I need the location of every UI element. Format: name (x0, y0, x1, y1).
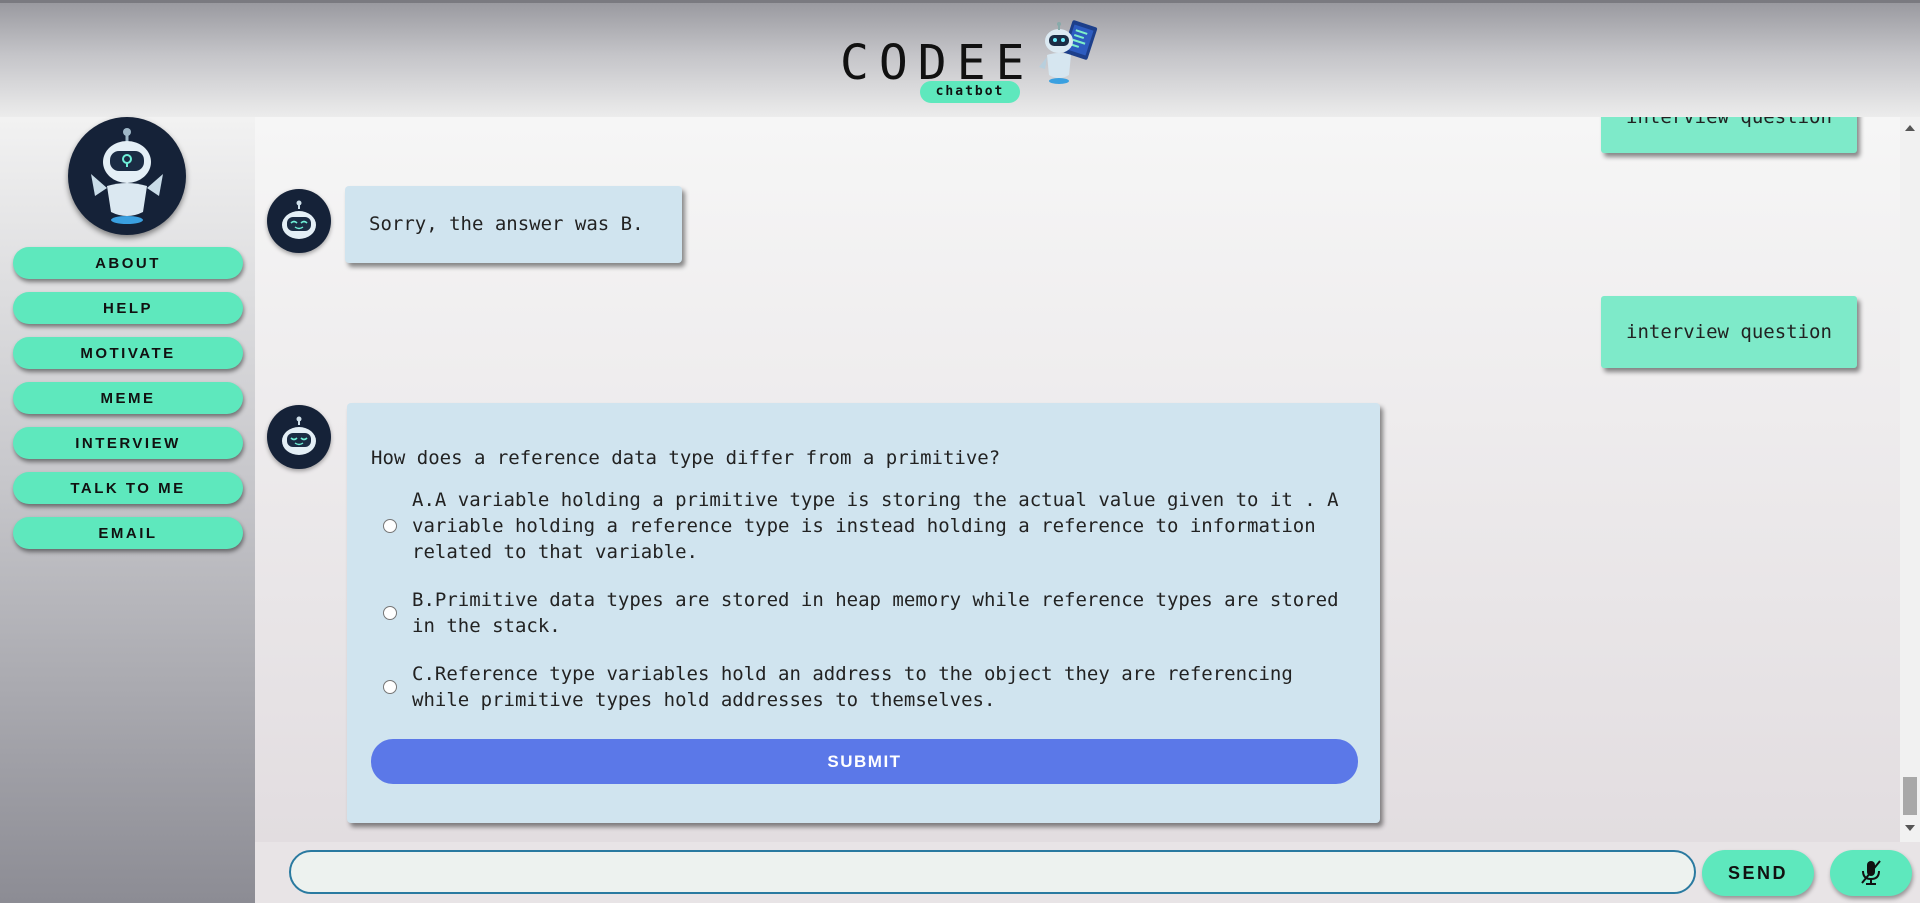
chat-log[interactable]: interview question Sorry, the answer was… (255, 117, 1900, 842)
app-title: CODEE (840, 35, 1035, 91)
bot-avatar (267, 189, 331, 253)
sidebar-item-motivate[interactable]: MOTIVATE (13, 337, 243, 369)
scroll-up-arrow-icon[interactable] (1905, 125, 1915, 131)
quiz-option-text: A.A variable holding a primitive type is… (412, 489, 1339, 563)
scroll-thumb[interactable] (1903, 777, 1917, 815)
sidebar-item-talk-to-me[interactable]: TALK TO ME (13, 472, 243, 504)
send-button[interactable]: SEND (1702, 850, 1814, 896)
header: CODEE chatbot (0, 0, 1920, 117)
quiz-card: How does a reference data type differ fr… (347, 403, 1380, 823)
robot-icon (91, 128, 163, 224)
bot-message: Sorry, the answer was B. (345, 186, 682, 263)
bot-message-text: Sorry, the answer was B. (369, 213, 644, 235)
sidebar-nav: ABOUT HELP MOTIVATE MEME INTERVIEW TALK … (13, 247, 243, 562)
quiz-option-b[interactable]: B.Primitive data types are stored in hea… (371, 587, 1356, 639)
robot-face-icon (282, 200, 316, 239)
message-input[interactable] (289, 850, 1696, 894)
user-message: interview question (1601, 117, 1857, 153)
user-message-text: interview question (1626, 117, 1832, 128)
user-message-text: interview question (1626, 321, 1832, 343)
quiz-option-text: C.Reference type variables hold an addre… (412, 663, 1293, 711)
quiz-option-a[interactable]: A.A variable holding a primitive type is… (371, 487, 1356, 565)
composer: SEND (255, 842, 1920, 903)
scroll-down-arrow-icon[interactable] (1905, 825, 1915, 831)
sidebar-item-meme[interactable]: MEME (13, 382, 243, 414)
app-subtitle-badge: chatbot (920, 81, 1020, 103)
radio-option-b[interactable] (383, 606, 397, 620)
user-message: interview question (1601, 296, 1857, 368)
sidebar: ABOUT HELP MOTIVATE MEME INTERVIEW TALK … (0, 117, 255, 903)
submit-button[interactable]: SUBMIT (371, 739, 1358, 784)
sidebar-item-about[interactable]: ABOUT (13, 247, 243, 279)
quiz-option-c[interactable]: C.Reference type variables hold an addre… (371, 661, 1356, 713)
robot-face-icon (282, 416, 316, 455)
robot-mascot-icon (1038, 20, 1097, 84)
bot-avatar-large (68, 117, 186, 235)
sidebar-item-help[interactable]: HELP (13, 292, 243, 324)
brand: CODEE (840, 20, 1107, 91)
chat-scrollbar[interactable] (1900, 117, 1920, 842)
microphone-button[interactable] (1830, 850, 1912, 896)
radio-option-c[interactable] (383, 680, 397, 694)
sidebar-item-interview[interactable]: INTERVIEW (13, 427, 243, 459)
sidebar-item-email[interactable]: EMAIL (13, 517, 243, 549)
quiz-option-text: B.Primitive data types are stored in hea… (412, 589, 1339, 637)
quiz-question: How does a reference data type differ fr… (371, 447, 1001, 469)
radio-option-a[interactable] (383, 519, 397, 533)
bot-avatar (267, 405, 331, 469)
microphone-muted-icon (1861, 860, 1881, 885)
